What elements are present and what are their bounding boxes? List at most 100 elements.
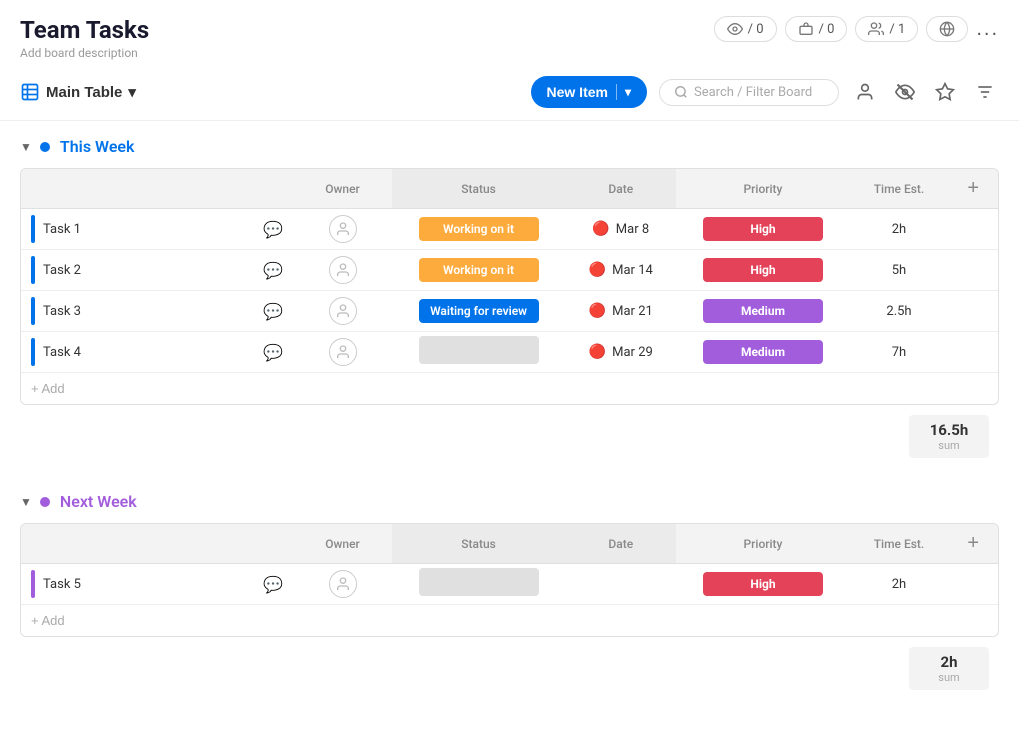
robot-icon bbox=[798, 21, 814, 37]
status-cell[interactable]: Working on it bbox=[392, 250, 565, 291]
people-icon bbox=[868, 21, 884, 37]
date-cell[interactable]: 🔴 Mar 14 bbox=[565, 250, 676, 291]
priority-badge[interactable]: Medium bbox=[703, 299, 823, 323]
globe-icon bbox=[939, 21, 955, 37]
table-icon bbox=[20, 82, 40, 102]
sum-label: sum bbox=[925, 439, 973, 452]
priority-badge[interactable]: High bbox=[703, 258, 823, 282]
comment-icon[interactable]: 💬 bbox=[263, 261, 283, 280]
avatar[interactable] bbox=[329, 215, 357, 243]
priority-cell[interactable]: High bbox=[676, 209, 849, 250]
col-header-priority: Priority bbox=[676, 524, 849, 564]
task-cell: Task 5 💬 bbox=[21, 564, 293, 605]
owner-cell[interactable] bbox=[293, 564, 392, 605]
robot-stat-pill[interactable]: / 0 bbox=[785, 16, 848, 42]
avatar[interactable] bbox=[329, 297, 357, 325]
board-description[interactable]: Add board description bbox=[20, 46, 149, 60]
avatar[interactable] bbox=[329, 338, 357, 366]
header-right: / 0 / 0 / 1 ... bbox=[714, 16, 999, 42]
table-row[interactable]: Task 3 💬 Waiting for review 🔴 Mar 21 Med… bbox=[21, 291, 998, 332]
priority-badge[interactable]: High bbox=[703, 217, 823, 241]
people-stat-pill[interactable]: / 1 bbox=[855, 16, 918, 42]
col-header-add: + bbox=[948, 524, 998, 564]
table-row[interactable]: Task 4 💬 🔴 Mar 29 Medium7h bbox=[21, 332, 998, 373]
timeest-cell: 2h bbox=[850, 564, 949, 605]
status-badge[interactable]: Working on it bbox=[419, 258, 539, 282]
status-cell[interactable] bbox=[392, 564, 565, 605]
add-row-button-this-week[interactable]: + Add bbox=[21, 373, 75, 404]
filter-button[interactable] bbox=[971, 78, 999, 106]
search-icon bbox=[674, 85, 688, 99]
extra-cell bbox=[948, 209, 998, 250]
main-table-label: Main Table bbox=[46, 84, 122, 101]
avatar[interactable] bbox=[329, 570, 357, 598]
priority-cell[interactable]: Medium bbox=[676, 332, 849, 373]
status-cell[interactable]: Working on it bbox=[392, 209, 565, 250]
group-collapse-arrow[interactable]: ▼ bbox=[20, 495, 32, 509]
table-row[interactable]: Task 2 💬 Working on it 🔴 Mar 14 High5h bbox=[21, 250, 998, 291]
eye-stat-pill[interactable]: / 0 bbox=[714, 16, 777, 42]
new-item-button[interactable]: New Item ▾ bbox=[531, 76, 648, 108]
sum-box-next-week: 2h sum bbox=[909, 647, 989, 690]
comment-icon[interactable]: 💬 bbox=[263, 343, 283, 362]
priority-cell[interactable]: Medium bbox=[676, 291, 849, 332]
priority-cell[interactable]: High bbox=[676, 250, 849, 291]
task-name: Task 1 bbox=[43, 222, 81, 237]
page-title: Team Tasks bbox=[20, 16, 149, 44]
globe-pill[interactable] bbox=[926, 16, 968, 42]
owner-cell[interactable] bbox=[293, 291, 392, 332]
comment-icon[interactable]: 💬 bbox=[263, 220, 283, 239]
table-row[interactable]: Task 1 💬 Working on it 🔴 Mar 8 High2h bbox=[21, 209, 998, 250]
extra-cell bbox=[948, 564, 998, 605]
person-filter-button[interactable] bbox=[851, 78, 879, 106]
group-next-week-table: Owner Status Date Priority Time Est. bbox=[20, 523, 999, 637]
date-cell[interactable]: 🔴 Mar 29 bbox=[565, 332, 676, 373]
eye-filter-button[interactable] bbox=[891, 78, 919, 106]
main-table-button[interactable]: Main Table ▾ bbox=[20, 82, 136, 102]
owner-cell[interactable] bbox=[293, 209, 392, 250]
status-cell[interactable]: Waiting for review bbox=[392, 291, 565, 332]
sum-box-this-week: 16.5h sum bbox=[909, 415, 989, 458]
add-row-button-next-week[interactable]: + Add bbox=[21, 605, 75, 636]
col-header-timeest: Time Est. bbox=[850, 524, 949, 564]
comment-icon[interactable]: 💬 bbox=[263, 302, 283, 321]
comment-icon[interactable]: 💬 bbox=[263, 575, 283, 594]
group-collapse-arrow[interactable]: ▼ bbox=[20, 140, 32, 154]
status-badge-empty[interactable] bbox=[419, 568, 539, 596]
priority-badge[interactable]: High bbox=[703, 572, 823, 596]
timeest-cell: 7h bbox=[850, 332, 949, 373]
task-cell: Task 3 💬 bbox=[21, 291, 293, 332]
group-title[interactable]: This Week bbox=[60, 137, 135, 156]
people-stat-value: / 1 bbox=[889, 22, 905, 37]
date-cell[interactable]: 🔴 Mar 8 bbox=[565, 209, 676, 250]
group-title[interactable]: Next Week bbox=[60, 492, 137, 511]
date-cell[interactable]: 🔴 Mar 21 bbox=[565, 291, 676, 332]
avatar[interactable] bbox=[329, 256, 357, 284]
dropdown-arrow: ▾ bbox=[128, 83, 136, 101]
table-row[interactable]: Task 5 💬 High 2h bbox=[21, 564, 998, 605]
owner-cell[interactable] bbox=[293, 332, 392, 373]
status-badge-empty[interactable] bbox=[419, 336, 539, 364]
status-cell[interactable] bbox=[392, 332, 565, 373]
status-badge[interactable]: Working on it bbox=[419, 217, 539, 241]
col-header-add: + bbox=[948, 169, 998, 209]
timeest-cell: 2.5h bbox=[850, 291, 949, 332]
alert-icon: 🔴 bbox=[589, 344, 606, 360]
sum-row-next-week: 2h sum bbox=[20, 641, 999, 696]
sum-label: sum bbox=[925, 671, 973, 684]
col-header-status: Status bbox=[392, 169, 565, 209]
pin-button[interactable] bbox=[931, 78, 959, 106]
more-options-button[interactable]: ... bbox=[976, 18, 999, 41]
group-color-dot bbox=[40, 142, 50, 152]
owner-cell[interactable] bbox=[293, 250, 392, 291]
date-cell[interactable] bbox=[565, 564, 676, 605]
priority-badge[interactable]: Medium bbox=[703, 340, 823, 364]
pin-icon bbox=[935, 82, 955, 102]
add-column-button[interactable]: + bbox=[967, 177, 979, 200]
group-this-week-header: ▼ This Week bbox=[20, 133, 999, 160]
search-filter-box[interactable]: Search / Filter Board bbox=[659, 79, 839, 106]
date-value: Mar 21 bbox=[612, 304, 653, 319]
priority-cell[interactable]: High bbox=[676, 564, 849, 605]
status-badge[interactable]: Waiting for review bbox=[419, 299, 539, 323]
add-column-button[interactable]: + bbox=[967, 532, 979, 555]
